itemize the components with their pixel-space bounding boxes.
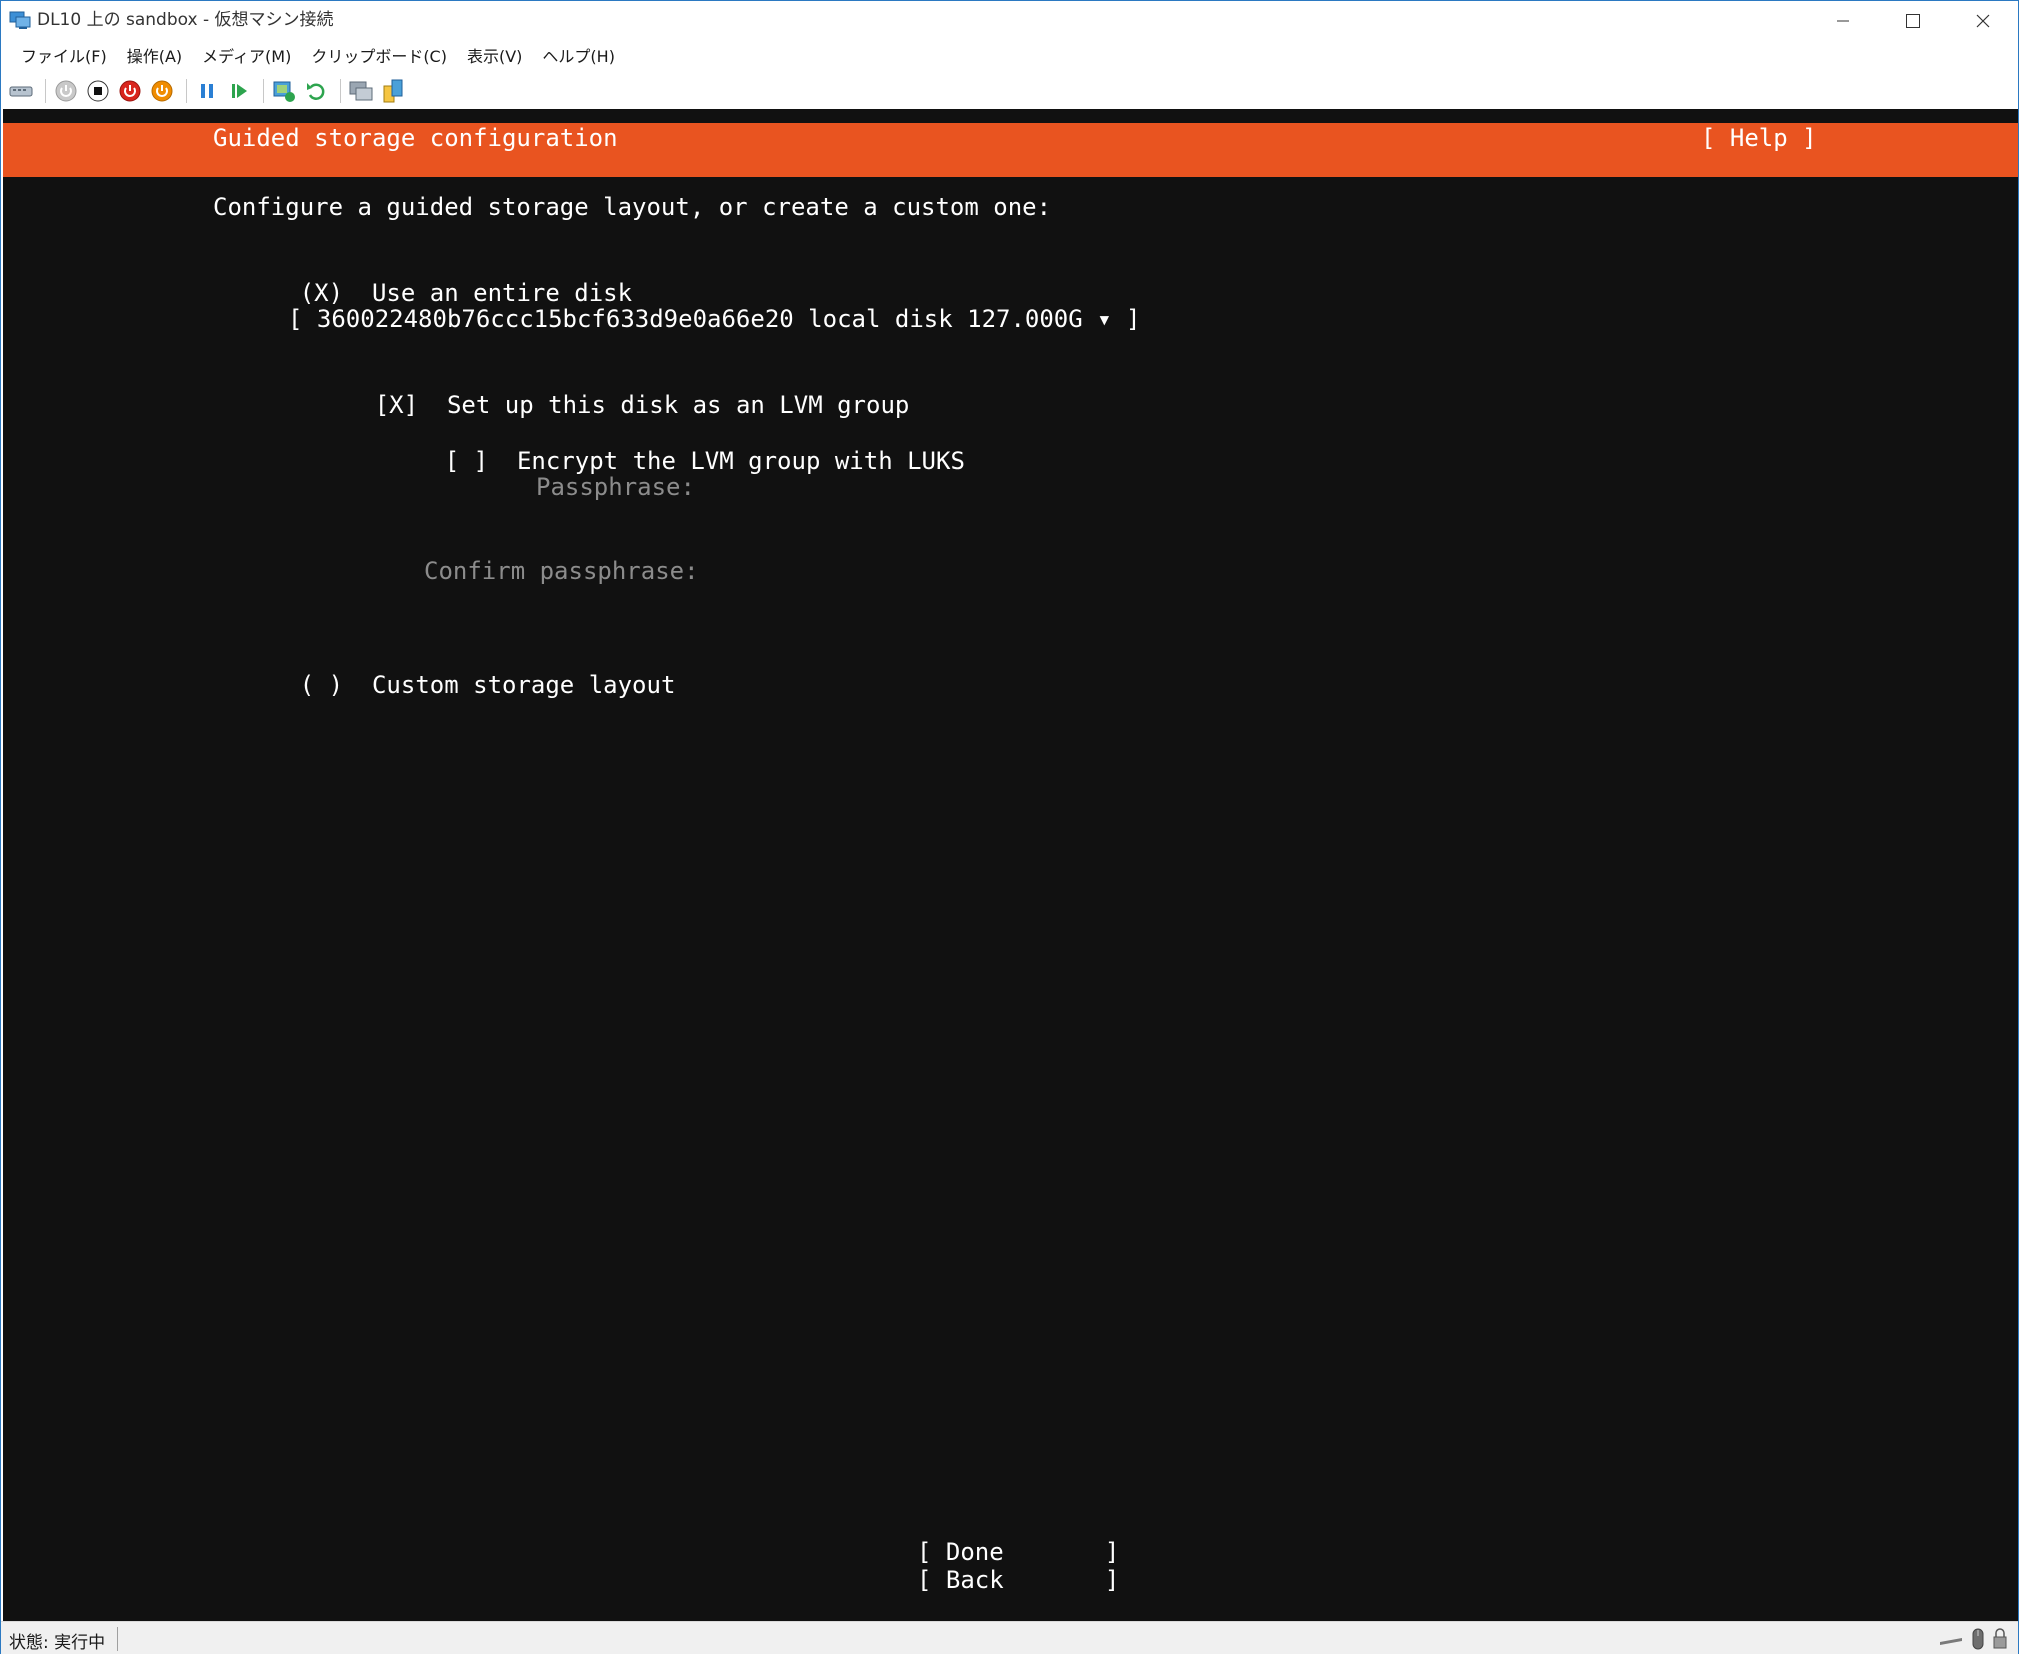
menu-media[interactable]: メディア(M) xyxy=(192,41,301,73)
passphrase-label: Passphrase: xyxy=(536,473,695,501)
vm-connection-window: DL10 上の sandbox - 仮想マシン接続 ファイル(F) 操作(A) … xyxy=(0,0,2019,1654)
radio-label: Custom storage layout xyxy=(371,671,676,699)
toolbar xyxy=(1,73,2018,109)
back-button[interactable]: [ Back ] xyxy=(917,1566,1119,1594)
minimize-icon[interactable] xyxy=(1808,1,1878,41)
installer-header-title: Guided storage configuration xyxy=(213,124,618,152)
checkbox-label: Set up this disk as an LVM group xyxy=(446,391,910,419)
storage-prompt: Configure a guided storage layout, or cr… xyxy=(213,193,1052,221)
vm-status-text: 状態: 実行中 xyxy=(9,1633,106,1653)
menu-file[interactable]: ファイル(F) xyxy=(11,41,117,73)
vm-console-screen[interactable]: Guided storage configuration [ Help ] Co… xyxy=(3,109,2018,1621)
console-top-strip xyxy=(3,109,2018,123)
title-bar[interactable]: DL10 上の sandbox - 仮想マシン接続 xyxy=(1,1,2018,41)
turn-off-icon[interactable] xyxy=(84,77,112,105)
custom-storage-layout-radio[interactable]: ( ) Custom storage layout xyxy=(213,640,676,730)
status-separator xyxy=(117,1627,118,1651)
save-icon[interactable] xyxy=(148,77,176,105)
toolbar-separator xyxy=(340,79,341,103)
menu-action[interactable]: 操作(A) xyxy=(117,41,192,73)
status-bar: 状態: 実行中 xyxy=(1,1621,2018,1654)
resume-icon[interactable] xyxy=(225,77,253,105)
checkbox-marker: [ ] xyxy=(444,447,489,475)
checkpoint-icon[interactable] xyxy=(270,77,298,105)
confirm-passphrase-label: Confirm passphrase: xyxy=(424,557,699,585)
toolbar-separator xyxy=(45,79,46,103)
menu-view[interactable]: 表示(V) xyxy=(457,41,532,73)
radio-marker: (X) xyxy=(299,279,344,307)
toolbar-separator xyxy=(186,79,187,103)
close-icon[interactable] xyxy=(1948,1,2018,41)
status-icons xyxy=(1938,1628,2008,1654)
checkbox-label: Encrypt the LVM group with LUKS xyxy=(516,447,965,475)
done-button[interactable]: [ Done ] xyxy=(917,1538,1119,1566)
mouse-icon xyxy=(1970,1628,1986,1654)
help-button[interactable]: [ Help ] xyxy=(1701,123,1817,153)
start-icon[interactable] xyxy=(52,77,80,105)
checkbox-marker: [X] xyxy=(374,391,419,419)
radio-marker: ( ) xyxy=(299,671,344,699)
menu-bar: ファイル(F) 操作(A) メディア(M) クリップボード(C) 表示(V) ヘ… xyxy=(1,41,2018,73)
maximize-icon[interactable] xyxy=(1878,1,1948,41)
enhanced-session-icon[interactable] xyxy=(347,77,375,105)
disk-select-dropdown[interactable]: [ 360022480b76ccc15bcf633d9e0a66e20 loca… xyxy=(288,304,1141,334)
pause-icon[interactable] xyxy=(193,77,221,105)
radio-label: Use an entire disk xyxy=(371,279,633,307)
vm-connect-app-icon xyxy=(9,10,31,30)
lock-icon xyxy=(1992,1628,2008,1654)
menu-clipboard[interactable]: クリップボード(C) xyxy=(301,41,457,73)
keyboard-icon xyxy=(1938,1630,1964,1652)
revert-icon[interactable] xyxy=(302,77,330,105)
shut-down-icon[interactable] xyxy=(116,77,144,105)
share-icon[interactable] xyxy=(379,77,407,105)
menu-help[interactable]: ヘルプ(H) xyxy=(532,41,625,73)
ctrl-alt-del-icon[interactable] xyxy=(7,77,35,105)
window-title: DL10 上の sandbox - 仮想マシン接続 xyxy=(37,10,334,30)
toolbar-separator xyxy=(263,79,264,103)
